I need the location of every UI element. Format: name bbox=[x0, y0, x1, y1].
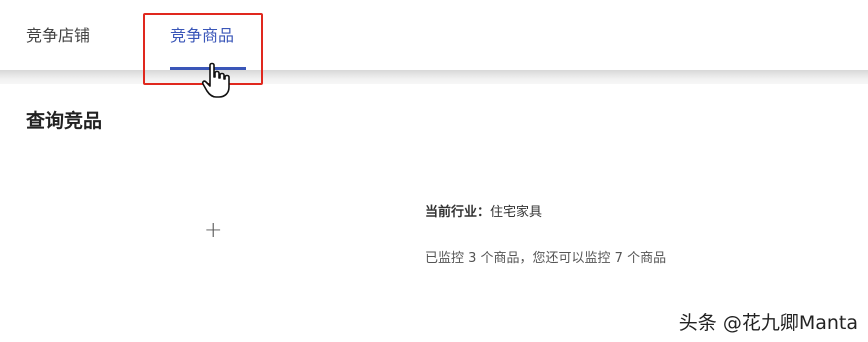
plus-icon[interactable]: + bbox=[204, 220, 222, 242]
hand-pointer-icon bbox=[201, 62, 230, 98]
page-title: 查询竞品 bbox=[26, 110, 103, 132]
industry-value: 住宅家具 bbox=[490, 205, 543, 220]
tab-competitor-shops[interactable]: 竞争店铺 bbox=[26, 26, 90, 46]
tabs-bar: 竞争店铺 竞争商品 bbox=[0, 0, 868, 72]
current-industry: 当前行业：住宅家具 bbox=[425, 201, 542, 220]
header-divider bbox=[0, 70, 868, 84]
monitor-status: 已监控 3 个商品，您还可以监控 7 个商品 bbox=[425, 251, 667, 266]
industry-label: 当前行业： bbox=[425, 205, 491, 220]
watermark: 头条 @花九卿Manta bbox=[678, 312, 858, 334]
